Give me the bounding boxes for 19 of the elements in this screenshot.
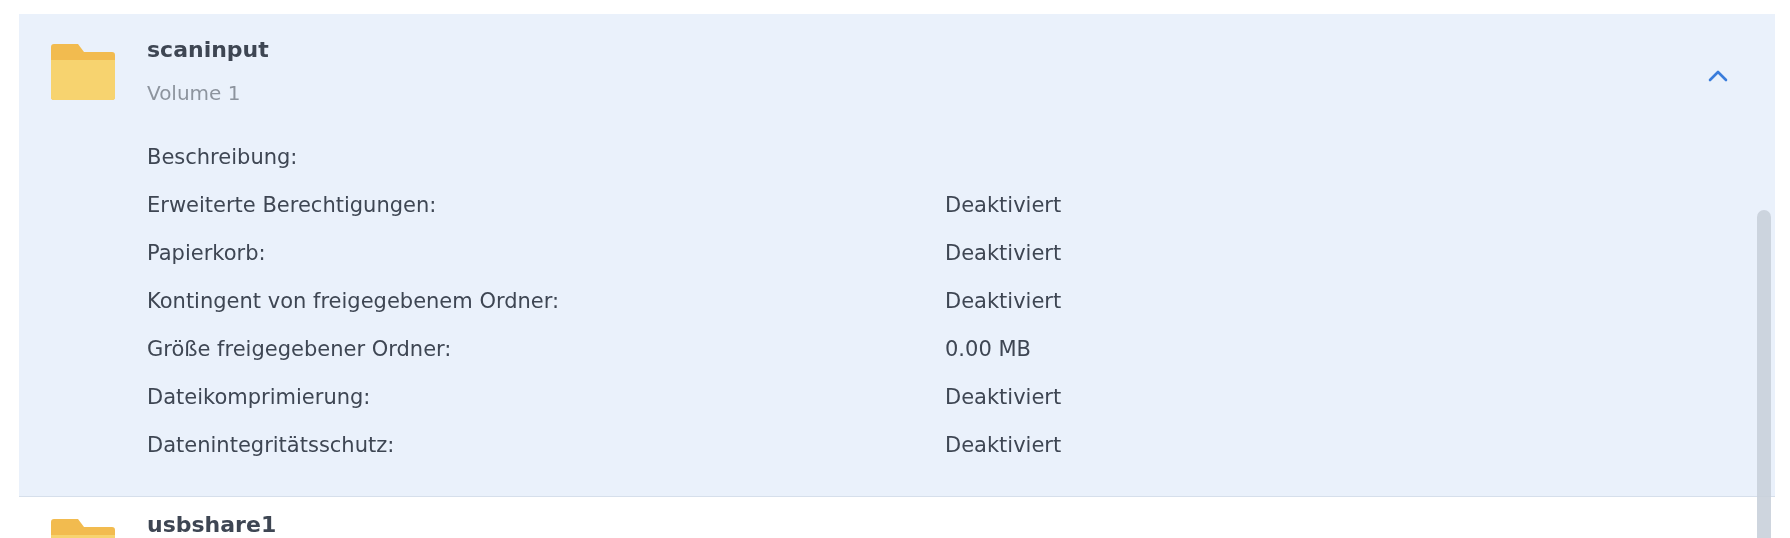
folder-icon xyxy=(51,44,115,100)
detail-label: Erweiterte Berechtigungen: xyxy=(147,192,438,220)
volume-label: Volume 1 xyxy=(147,80,242,106)
detail-label: Dateikomprimierung: xyxy=(147,384,372,412)
detail-value: Deaktiviert xyxy=(945,288,1062,316)
detail-label: Größe freigegebener Ordner: xyxy=(147,336,453,364)
detail-value: 0.00 MB xyxy=(945,336,1031,364)
collapse-chevron-icon[interactable] xyxy=(1708,70,1728,82)
detail-value: Deaktiviert xyxy=(945,432,1062,460)
detail-value: Deaktiviert xyxy=(945,240,1062,268)
folder-name: scaninput xyxy=(147,38,269,62)
detail-label: Papierkorb: xyxy=(147,240,267,268)
detail-value: Deaktiviert xyxy=(945,384,1062,412)
scrollbar-thumb[interactable] xyxy=(1757,210,1771,538)
detail-label: Beschreibung: xyxy=(147,144,299,172)
detail-label: Kontingent von freigegebenem Ordner: xyxy=(147,288,561,316)
detail-label: Datenintegritätsschutz: xyxy=(147,432,396,460)
detail-value: Deaktiviert xyxy=(945,192,1062,220)
folder-name: usbshare1 xyxy=(147,513,277,537)
